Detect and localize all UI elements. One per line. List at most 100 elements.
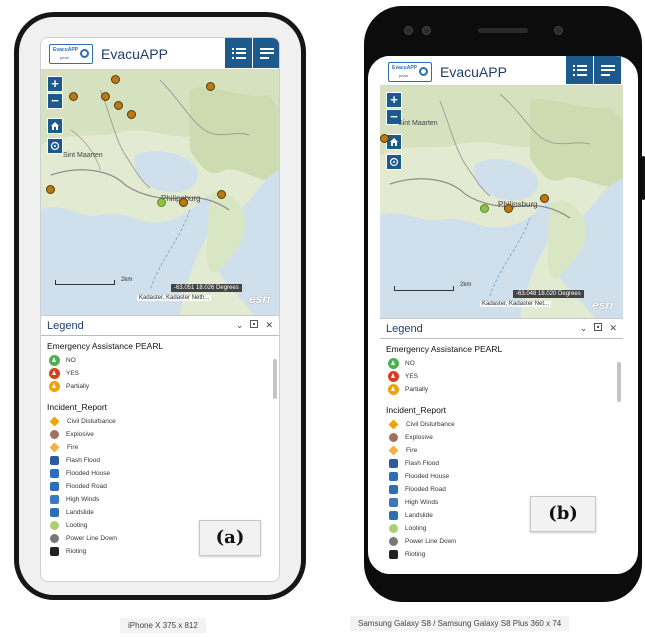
collapse-icon[interactable]: ⌄	[236, 320, 244, 331]
sensor-icon	[422, 26, 431, 35]
legend-item-label: High Winds	[405, 499, 439, 506]
esri-logo: esri	[249, 292, 271, 306]
legend-item: NO	[380, 357, 623, 370]
emergency-list: NO YES Partially	[41, 354, 279, 393]
assistance-marker[interactable]	[480, 204, 489, 213]
incident-marker[interactable]	[114, 101, 123, 110]
caption-a: (a)	[199, 520, 261, 556]
legend-item: Explosive	[41, 428, 279, 441]
speaker-grille	[478, 28, 528, 33]
collapse-icon[interactable]: ⌄	[580, 323, 588, 334]
legend-item: Flooded Road	[41, 480, 279, 493]
incident-marker[interactable]	[206, 82, 215, 91]
incident-marker[interactable]	[540, 194, 549, 203]
warning-triangle-icon	[49, 381, 60, 392]
zoom-in-button[interactable]: +	[47, 76, 63, 92]
legend-item-label: YES	[66, 370, 80, 377]
menu-icon	[600, 64, 615, 76]
legend-item: NO	[41, 354, 279, 367]
legend-item-label: High Winds	[66, 496, 100, 503]
legend-item-label: NO	[66, 357, 76, 364]
scrollbar[interactable]	[273, 359, 277, 399]
zoom-out-button[interactable]: −	[47, 93, 63, 109]
phone-screen: EvacuAPP pearl EvacuAPP + − Sint Maarten…	[368, 56, 638, 574]
app-header: EvacuAPP pearl EvacuAPP	[41, 38, 279, 70]
galaxy-frame: EvacuAPP pearl EvacuAPP + − Sint Maarten…	[364, 6, 645, 602]
figure: EvacuAPP pearl EvacuAPP + − Sint Maarten…	[0, 0, 645, 637]
app-screen-b: EvacuAPP pearl EvacuAPP + − Sint Maarten…	[380, 56, 623, 574]
legend-controls: ⌄ ✕	[580, 323, 617, 334]
legend-item: Explosive	[380, 431, 623, 444]
incident-marker[interactable]	[101, 92, 110, 101]
flooded-house-icon	[389, 472, 398, 481]
legend-item-label: Fire	[67, 444, 79, 451]
legend-item: Partially	[41, 380, 279, 393]
place-label: Sint Maarten	[63, 152, 103, 159]
incident-marker[interactable]	[179, 198, 188, 207]
locate-icon	[389, 157, 399, 167]
legend-item-label: Flooded House	[66, 470, 111, 477]
iphone-frame: EvacuAPP pearl EvacuAPP + − Sint Maarten…	[14, 12, 306, 600]
coordinates-readout: -63.051 18.026 Degrees	[171, 284, 242, 292]
logo-text: EvacuAPP	[53, 47, 79, 53]
layer-title: Incident_Report	[386, 405, 447, 415]
legend-item-label: Rioting	[405, 551, 426, 558]
legend-item-label: NO	[405, 360, 415, 367]
sensor-icon	[404, 26, 413, 35]
emergency-list: NO YES Partially	[380, 357, 623, 396]
incident-marker[interactable]	[111, 75, 120, 84]
looting-icon	[389, 524, 398, 533]
device-label-a: iPhone X 375 x 812	[120, 618, 206, 633]
close-icon[interactable]: ✕	[265, 320, 273, 331]
legend-list-button[interactable]	[225, 38, 252, 68]
assistance-marker[interactable]	[157, 198, 166, 207]
app-title: EvacuAPP	[101, 46, 168, 62]
explosive-icon	[50, 430, 59, 439]
incident-marker[interactable]	[46, 185, 55, 194]
home-icon	[390, 138, 398, 146]
menu-button[interactable]	[594, 56, 621, 84]
map-view[interactable]: + − Sint Maarten Philipsburg 2km -63.048…	[380, 86, 623, 318]
map-view[interactable]: + − Sint Maarten Philipsburg	[41, 70, 279, 315]
incident-marker[interactable]	[504, 204, 513, 213]
close-icon[interactable]: ✕	[609, 323, 617, 334]
logo-subtext: pearl	[60, 55, 69, 60]
locate-button[interactable]	[47, 138, 63, 154]
incident-marker[interactable]	[69, 92, 78, 101]
legend-list-button[interactable]	[566, 56, 593, 84]
incident-marker[interactable]	[127, 110, 136, 119]
incident-marker[interactable]	[380, 134, 389, 143]
legend-controls: ⌄ ✕	[236, 320, 273, 331]
legend-content: Emergency Assistance PEARL NO YES Partiall…	[380, 340, 623, 574]
esri-logo: esri	[592, 298, 614, 312]
warning-triangle-icon	[388, 358, 399, 369]
legend-item: Flooded House	[41, 467, 279, 480]
legend-item-label: YES	[405, 373, 419, 380]
incident-marker[interactable]	[217, 190, 226, 199]
zoom-in-button[interactable]: +	[386, 92, 402, 108]
device-label-b: Samsung Galaxy S8 / Samsung Galaxy S8 Pl…	[350, 616, 570, 631]
legend-item-label: Flash Flood	[66, 457, 100, 464]
home-button[interactable]	[47, 118, 63, 134]
legend-item: Fire	[380, 444, 623, 457]
legend-item-label: Landslide	[405, 512, 433, 519]
locate-button[interactable]	[386, 154, 402, 170]
app-logo: EvacuAPP pearl	[49, 44, 93, 64]
scrollbar[interactable]	[617, 362, 621, 402]
legend-item: Flooded House	[380, 470, 623, 483]
list-icon	[572, 64, 587, 76]
legend-panel: Legend ⌄ ✕ Emergency Assistance PEARL NO…	[380, 318, 623, 574]
maximize-icon[interactable]	[250, 320, 259, 328]
legend-item-label: Power Line Down	[66, 535, 117, 542]
legend-item: Landslide	[41, 506, 279, 519]
warning-triangle-icon	[49, 355, 60, 366]
place-label: Sint Maarten	[398, 120, 438, 127]
layer-title: Emergency Assistance PEARL	[386, 344, 503, 354]
menu-button[interactable]	[253, 38, 279, 68]
legend-item: Civil Disturbance	[41, 415, 279, 428]
maximize-icon[interactable]	[594, 323, 603, 331]
logo-text: EvacuAPP	[392, 65, 418, 71]
rioting-icon	[50, 547, 59, 556]
map-attribution: Kadaster, Kadaster Neth...	[137, 295, 212, 301]
legend-header: Legend ⌄ ✕	[380, 319, 623, 339]
